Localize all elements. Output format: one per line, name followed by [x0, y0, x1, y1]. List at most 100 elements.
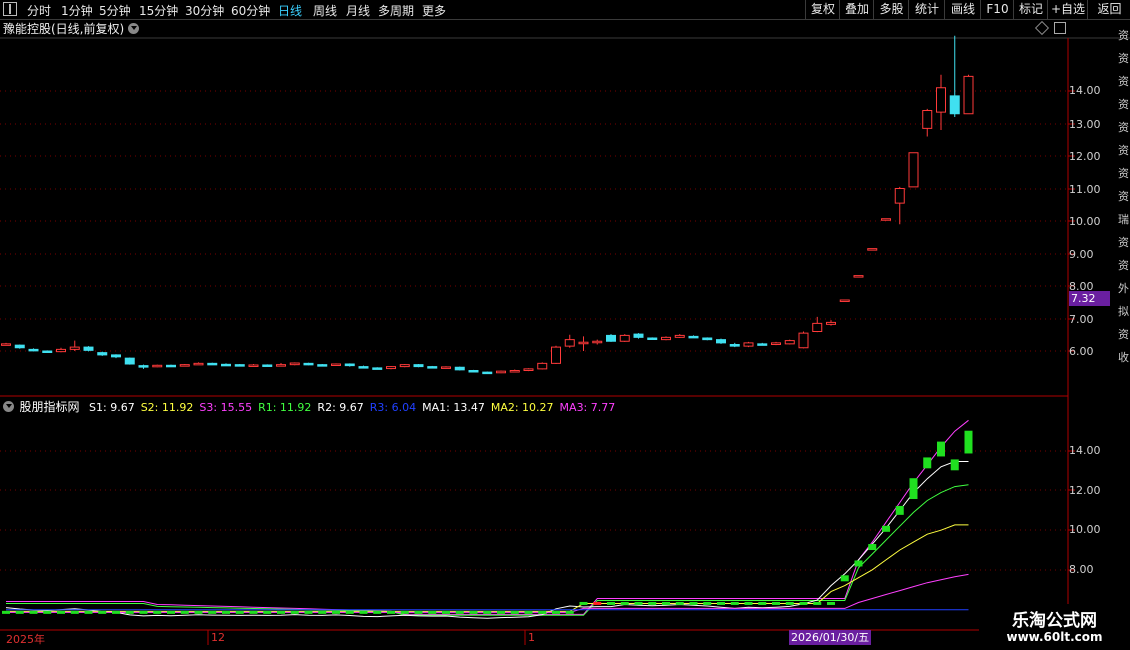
candle-body — [908, 152, 919, 188]
strip-char: 资 — [1118, 259, 1129, 272]
candle-body — [372, 367, 383, 370]
candle-body — [262, 364, 273, 367]
indicator-block — [304, 610, 313, 614]
indicator-block — [703, 601, 712, 605]
indicator-block — [249, 610, 258, 614]
strip-char: 瑞 — [1118, 213, 1129, 226]
indicator-block — [895, 505, 904, 515]
indicator-block — [29, 610, 38, 614]
indicator-block — [964, 430, 973, 454]
strip-char: 外 — [1118, 282, 1129, 295]
indicator-block — [744, 601, 753, 605]
indicator-block — [950, 459, 959, 471]
candle-body — [138, 365, 149, 368]
indicator-value: R1: 11.92 — [258, 401, 312, 414]
candle-body — [716, 339, 726, 344]
strip-char: 资 — [1118, 190, 1129, 203]
price-tick: 6.00 — [1069, 345, 1094, 358]
candle-body — [743, 342, 754, 347]
candle-body — [289, 362, 300, 366]
candle-body — [482, 371, 493, 375]
r1-line — [6, 484, 969, 616]
indicator-value: MA3: 7.77 — [559, 401, 616, 414]
indicator-block — [263, 610, 272, 614]
indicator-block — [813, 601, 822, 605]
price-tick: 14.00 — [1069, 84, 1101, 97]
time-label-12: 12 — [211, 631, 225, 644]
indicator-block — [648, 601, 657, 605]
candle-body — [399, 364, 410, 368]
candle-body — [949, 95, 960, 115]
candle-body — [331, 363, 341, 366]
indicator-block — [854, 560, 863, 567]
indicator-block — [607, 601, 615, 605]
indicator-block — [359, 610, 368, 614]
s3-line — [6, 419, 969, 615]
indicator-block — [112, 610, 120, 614]
indicator-tick: 10.00 — [1069, 523, 1101, 536]
candle-body — [936, 87, 946, 113]
candle-body — [69, 346, 80, 350]
candle-body — [344, 363, 355, 367]
candle-body — [702, 337, 713, 341]
indicator-block — [868, 544, 877, 551]
strip-char: 资 — [1118, 167, 1129, 180]
candle-body — [688, 335, 699, 339]
indicator-block — [565, 610, 574, 614]
strip-char: 资 — [1118, 98, 1129, 111]
indicator-dropdown-icon[interactable] — [3, 401, 14, 412]
right-info-strip: 资资资资资资资资瑞资资外拟资收 — [1118, 20, 1130, 650]
price-tick: 12.00 — [1069, 150, 1101, 163]
indicator-block — [387, 610, 395, 614]
indicator-block — [414, 610, 423, 614]
candle-body — [317, 364, 328, 367]
indicator-block — [620, 601, 629, 605]
indicator-value: MA2: 10.27 — [490, 401, 554, 414]
indicator-block — [923, 457, 932, 469]
indicator-block — [662, 601, 670, 605]
candle-body — [1, 343, 11, 346]
indicator-value: MA1: 13.47 — [422, 401, 485, 414]
candle-body — [757, 343, 768, 346]
candle-body — [867, 248, 878, 251]
indicator-block — [318, 610, 327, 614]
indicator-tick: 12.00 — [1069, 484, 1101, 497]
indicator-block — [758, 601, 767, 605]
indicator-block — [772, 601, 780, 605]
candle-body — [166, 364, 176, 368]
indicator-block — [194, 610, 203, 614]
indicator-tick: 14.00 — [1069, 444, 1101, 457]
candle-body — [839, 299, 850, 302]
candle-body — [661, 336, 671, 341]
candle-body — [826, 321, 836, 325]
candle-body — [111, 354, 121, 358]
candle-body — [441, 366, 451, 369]
kline-chart[interactable] — [0, 0, 1130, 650]
candle-body — [578, 341, 589, 345]
indicator-block — [235, 610, 244, 614]
indicator-value: S1: 9.67 — [89, 401, 135, 414]
candle-body — [179, 364, 190, 367]
price-tick: 11.00 — [1069, 183, 1101, 196]
price-tick: 10.00 — [1069, 215, 1101, 228]
candle-body — [413, 364, 424, 368]
candle-body — [124, 357, 135, 365]
indicator-block — [43, 610, 52, 614]
indicator-block — [524, 610, 533, 614]
indicator-value: S2: 11.92 — [140, 401, 194, 414]
indicator-block — [208, 610, 217, 614]
indicator-block — [483, 610, 492, 614]
strip-char: 资 — [1118, 52, 1129, 65]
candle-body — [386, 366, 396, 370]
candle-body — [812, 322, 823, 332]
candle-body — [152, 364, 163, 368]
cursor-date-tag: 2026/01/30/五 — [789, 630, 872, 645]
candle-body — [784, 340, 795, 345]
candle-body — [798, 332, 809, 349]
indicator-block — [139, 610, 148, 614]
indicator-block — [167, 610, 175, 614]
indicator-block — [538, 610, 547, 614]
strip-char: 资 — [1118, 121, 1129, 134]
indicator-block — [332, 610, 340, 614]
current-price-tag: 7.32 — [1069, 291, 1110, 306]
